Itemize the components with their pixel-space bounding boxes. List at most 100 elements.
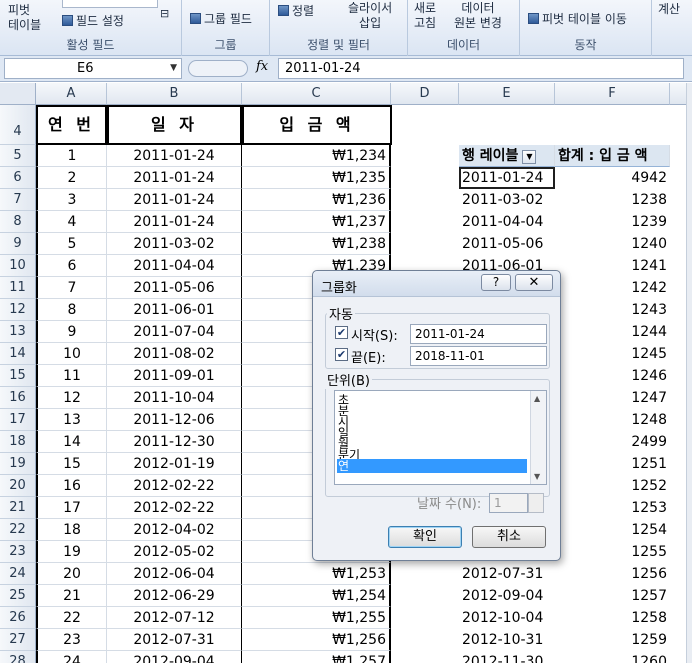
- column-header-e[interactable]: E: [459, 83, 555, 105]
- table-cell[interactable]: 17: [36, 497, 107, 519]
- table-cell[interactable]: ₩1,238: [242, 233, 391, 255]
- row-header-16[interactable]: 16: [0, 387, 36, 409]
- row-header-13[interactable]: 13: [0, 321, 36, 343]
- table-cell[interactable]: ₩1,235: [242, 167, 391, 189]
- pivot-row-label[interactable]: 2012-10-31: [459, 629, 555, 651]
- refresh-button[interactable]: 새로 고침: [414, 1, 436, 31]
- list-scrollbar[interactable]: ▲ ▼: [530, 391, 546, 484]
- table-cell[interactable]: 2012-06-04: [107, 563, 242, 585]
- pivot-row-label-header[interactable]: 행 레이블 ▼: [459, 145, 555, 167]
- start-date-input[interactable]: 2011-01-24: [410, 324, 547, 344]
- pivot-row-label[interactable]: 2011-03-02: [459, 189, 555, 211]
- pivot-row-label[interactable]: 2012-11-30: [459, 651, 555, 663]
- pivot-value[interactable]: 2499: [555, 431, 670, 453]
- row-header-5[interactable]: 5: [0, 145, 36, 167]
- table-cell[interactable]: 8: [36, 299, 107, 321]
- column-header-c[interactable]: C: [242, 83, 391, 105]
- table-cell[interactable]: 2011-01-24: [107, 167, 242, 189]
- help-icon[interactable]: ?: [481, 274, 511, 291]
- row-header-9[interactable]: 9: [0, 233, 36, 255]
- pivot-value[interactable]: 1253: [555, 497, 670, 519]
- active-field-input[interactable]: [62, 0, 158, 8]
- pivot-value[interactable]: 1260: [555, 651, 670, 663]
- row-header-12[interactable]: 12: [0, 299, 36, 321]
- pivot-value[interactable]: 1246: [555, 365, 670, 387]
- table-cell[interactable]: 11: [36, 365, 107, 387]
- row-header-11[interactable]: 11: [0, 277, 36, 299]
- row-header-28[interactable]: 28: [0, 651, 36, 663]
- table-cell[interactable]: 16: [36, 475, 107, 497]
- pivot-value[interactable]: 4942: [555, 167, 670, 189]
- pivot-value[interactable]: 1238: [555, 189, 670, 211]
- table-cell[interactable]: 24: [36, 651, 107, 663]
- pivot-row-label[interactable]: 2012-10-04: [459, 607, 555, 629]
- table-cell[interactable]: 2012-02-22: [107, 497, 242, 519]
- table-cell[interactable]: 2011-06-01: [107, 299, 242, 321]
- table-cell[interactable]: 23: [36, 629, 107, 651]
- name-box[interactable]: E6 ▼: [4, 58, 182, 79]
- days-spinner[interactable]: [528, 493, 544, 513]
- table-cell[interactable]: 2012-07-31: [107, 629, 242, 651]
- pivot-value[interactable]: 1245: [555, 343, 670, 365]
- pivot-value[interactable]: 1251: [555, 453, 670, 475]
- pivot-value[interactable]: 1254: [555, 519, 670, 541]
- column-header-b[interactable]: B: [107, 83, 242, 105]
- row-header-27[interactable]: 27: [0, 629, 36, 651]
- pivot-value[interactable]: 1243: [555, 299, 670, 321]
- column-header-f[interactable]: F: [555, 83, 670, 105]
- row-header-20[interactable]: 20: [0, 475, 36, 497]
- cancel-button[interactable]: 취소: [472, 526, 546, 548]
- field-settings-button[interactable]: 필드 설정: [62, 14, 124, 29]
- table-cell[interactable]: 2012-02-22: [107, 475, 242, 497]
- close-icon[interactable]: ✕: [515, 274, 553, 291]
- table-cell[interactable]: ₩1,253: [242, 563, 391, 585]
- move-pivot-table-button[interactable]: 피벗 테이블 이동: [528, 12, 627, 27]
- table-cell[interactable]: 20: [36, 563, 107, 585]
- days-input[interactable]: 1: [489, 493, 528, 513]
- table-cell[interactable]: 9: [36, 321, 107, 343]
- unit-listbox[interactable]: 초 분 시 일 월 분기 연 ▲ ▼: [334, 390, 547, 485]
- table-cell[interactable]: 14: [36, 431, 107, 453]
- calculations-button[interactable]: 계산: [658, 2, 680, 17]
- table-cell[interactable]: 19: [36, 541, 107, 563]
- table-cell[interactable]: 2012-09-04: [107, 651, 242, 663]
- row-header-10[interactable]: 10: [0, 255, 36, 277]
- unit-option[interactable]: 연: [337, 459, 527, 473]
- table-cell[interactable]: 2011-01-24: [107, 145, 242, 167]
- column-header-a[interactable]: A: [36, 83, 107, 105]
- row-header-23[interactable]: 23: [0, 541, 36, 563]
- table-cell[interactable]: ₩1,256: [242, 629, 391, 651]
- table-cell[interactable]: 2011-04-04: [107, 255, 242, 277]
- pivot-value[interactable]: 1252: [555, 475, 670, 497]
- row-header-25[interactable]: 25: [0, 585, 36, 607]
- pivot-value[interactable]: 1247: [555, 387, 670, 409]
- table-cell[interactable]: 4: [36, 211, 107, 233]
- table-cell[interactable]: 7: [36, 277, 107, 299]
- row-header-24[interactable]: 24: [0, 563, 36, 585]
- row-header-22[interactable]: 22: [0, 519, 36, 541]
- row-header-14[interactable]: 14: [0, 343, 36, 365]
- row-header-21[interactable]: 21: [0, 497, 36, 519]
- end-checkbox[interactable]: ✔: [335, 348, 348, 361]
- table-cell[interactable]: 2011-05-06: [107, 277, 242, 299]
- end-date-input[interactable]: 2018-11-01: [410, 346, 547, 366]
- table-cell[interactable]: 12: [36, 387, 107, 409]
- pivot-value[interactable]: 1240: [555, 233, 670, 255]
- row-header-8[interactable]: 8: [0, 211, 36, 233]
- table-cell[interactable]: 2011-09-01: [107, 365, 242, 387]
- row-header-4[interactable]: 4: [0, 105, 36, 145]
- table-cell[interactable]: ₩1,257: [242, 651, 391, 663]
- pivot-value[interactable]: 1256: [555, 563, 670, 585]
- formula-input[interactable]: 2011-01-24: [278, 58, 684, 79]
- table-cell[interactable]: 2011-12-30: [107, 431, 242, 453]
- row-header-15[interactable]: 15: [0, 365, 36, 387]
- table-cell[interactable]: 5: [36, 233, 107, 255]
- pivot-value[interactable]: 1239: [555, 211, 670, 233]
- group-field-button[interactable]: 그룹 필드: [190, 12, 252, 27]
- table-cell[interactable]: ₩1,237: [242, 211, 391, 233]
- table-cell[interactable]: 2012-07-12: [107, 607, 242, 629]
- table-cell[interactable]: 2011-12-06: [107, 409, 242, 431]
- pivot-value[interactable]: 1258: [555, 607, 670, 629]
- ok-button[interactable]: 확인: [388, 526, 462, 548]
- table-cell[interactable]: 6: [36, 255, 107, 277]
